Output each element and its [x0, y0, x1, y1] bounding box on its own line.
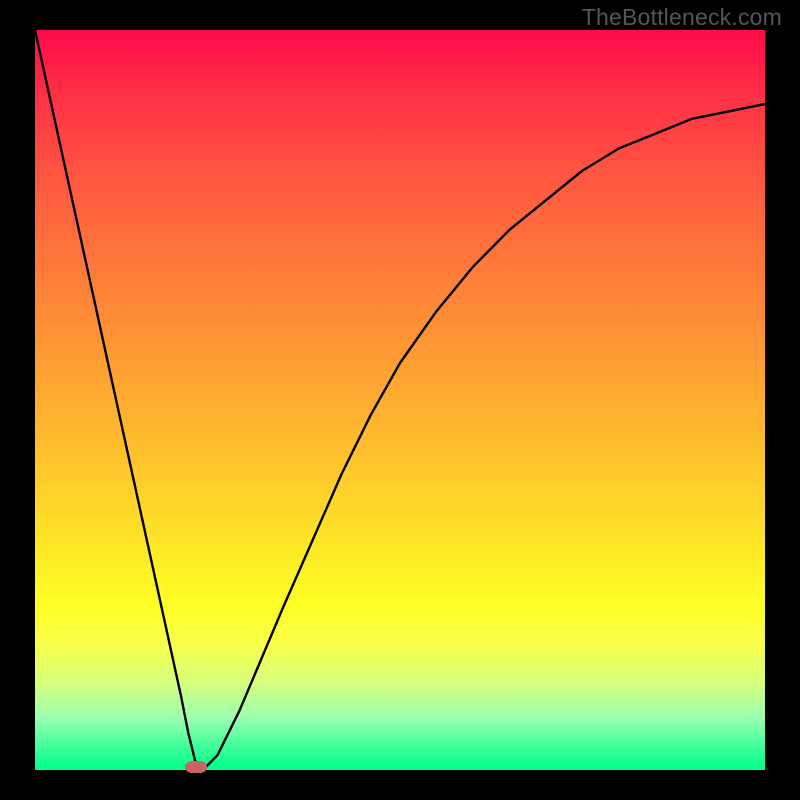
min-marker [185, 761, 207, 773]
plot-area [35, 30, 765, 770]
chart-frame: TheBottleneck.com [0, 0, 800, 800]
bottleneck-curve [35, 30, 765, 770]
curve-svg [35, 30, 765, 770]
attribution-label: TheBottleneck.com [582, 4, 782, 31]
